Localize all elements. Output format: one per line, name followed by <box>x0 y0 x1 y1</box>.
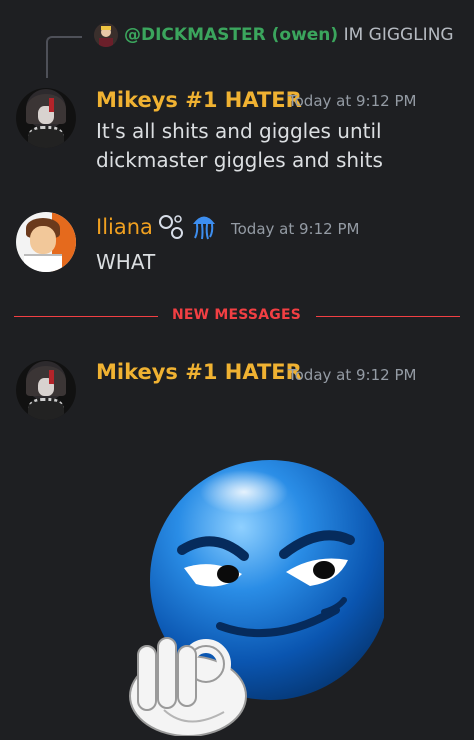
reply-preview[interactable]: @DICKMASTER (owen) IM GIGGLING <box>94 22 456 48</box>
message-timestamp: Today at 9:12 PM <box>288 366 417 384</box>
avatar[interactable] <box>16 360 76 420</box>
new-messages-divider: NEW MESSAGES <box>14 307 460 323</box>
message-line: dickmaster giggles and shits <box>96 148 383 172</box>
jellyfish-icon <box>190 211 218 246</box>
bubbles-icon <box>157 211 187 246</box>
author-name[interactable]: Mikeys #1 HATER <box>96 88 302 112</box>
smirking-blue-emoji-ok-hand-icon[interactable] <box>124 450 390 737</box>
reply-connector-line <box>46 36 82 78</box>
author-name[interactable]: Mikeys #1 HATER <box>96 360 302 384</box>
new-messages-label: NEW MESSAGES <box>171 307 301 323</box>
message-text: It's all shits and giggles until dickmas… <box>96 117 454 175</box>
reply-author-avatar <box>94 23 118 47</box>
divider-line-left <box>14 316 158 317</box>
avatar[interactable] <box>16 88 76 148</box>
divider-line-right <box>316 316 460 317</box>
author-name[interactable]: Iliana <box>96 215 153 239</box>
message-timestamp: Today at 9:12 PM <box>288 92 417 110</box>
reply-text: IM GIGGLING <box>343 25 454 45</box>
reply-mention[interactable]: @DICKMASTER (owen) <box>124 25 338 45</box>
message-text: WHAT <box>96 250 156 274</box>
avatar[interactable] <box>16 212 76 272</box>
message-timestamp: Today at 9:12 PM <box>231 220 360 238</box>
message-line: It's all shits and giggles until <box>96 119 382 143</box>
